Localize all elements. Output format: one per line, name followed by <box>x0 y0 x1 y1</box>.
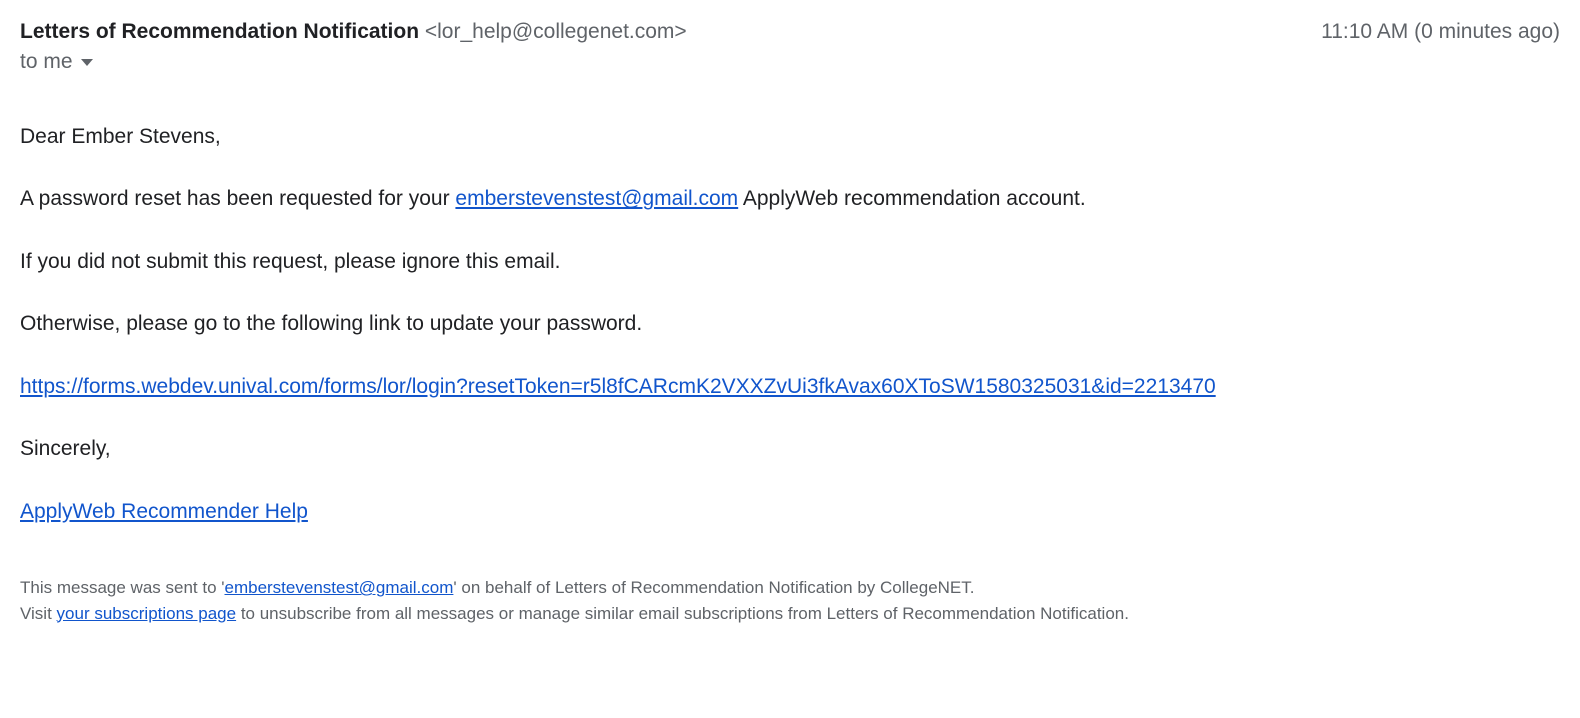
sender-line: Letters of Recommendation Notification <… <box>20 20 687 44</box>
para1-after: ApplyWeb recommendation account. <box>738 187 1085 210</box>
recipient-line[interactable]: to me <box>20 50 1560 74</box>
closing: Sincerely, <box>20 434 1560 464</box>
signature-paragraph: ApplyWeb Recommender Help <box>20 497 1560 527</box>
sender-name: Letters of Recommendation Notification <box>20 20 419 43</box>
footer2-after: to unsubscribe from all messages or mana… <box>236 604 1129 623</box>
footer2-before: Visit <box>20 604 57 623</box>
password-reset-link[interactable]: https://forms.webdev.unival.com/forms/lo… <box>20 375 1216 398</box>
email-timestamp: 11:10 AM (0 minutes ago) <box>1321 20 1560 44</box>
sender-email: <lor_help@collegenet.com> <box>425 20 687 43</box>
footer-line-1: This message was sent to 'emberstevenste… <box>20 575 1560 601</box>
reset-link-paragraph: https://forms.webdev.unival.com/forms/lo… <box>20 372 1560 402</box>
ignore-paragraph: If you did not submit this request, plea… <box>20 247 1560 277</box>
footer1-after: ' on behalf of Letters of Recommendation… <box>453 578 974 597</box>
email-header: Letters of Recommendation Notification <… <box>20 20 1560 44</box>
instruction-paragraph: Otherwise, please go to the following li… <box>20 309 1560 339</box>
para1-before: A password reset has been requested for … <box>20 187 455 210</box>
password-reset-paragraph: A password reset has been requested for … <box>20 184 1560 214</box>
recommender-help-link[interactable]: ApplyWeb Recommender Help <box>20 500 308 523</box>
footer-line-2: Visit your subscriptions page to unsubsc… <box>20 601 1560 627</box>
footer-recipient-email-link[interactable]: emberstevenstest@gmail.com <box>225 578 454 597</box>
recipient-text: to me <box>20 50 73 74</box>
chevron-down-icon[interactable] <box>81 59 93 66</box>
footer1-before: This message was sent to ' <box>20 578 225 597</box>
greeting: Dear Ember Stevens, <box>20 122 1560 152</box>
email-footer: This message was sent to 'emberstevenste… <box>20 575 1560 626</box>
subscriptions-page-link[interactable]: your subscriptions page <box>57 604 237 623</box>
email-body: Dear Ember Stevens, A password reset has… <box>20 122 1560 527</box>
account-email-link[interactable]: emberstevenstest@gmail.com <box>455 187 738 210</box>
